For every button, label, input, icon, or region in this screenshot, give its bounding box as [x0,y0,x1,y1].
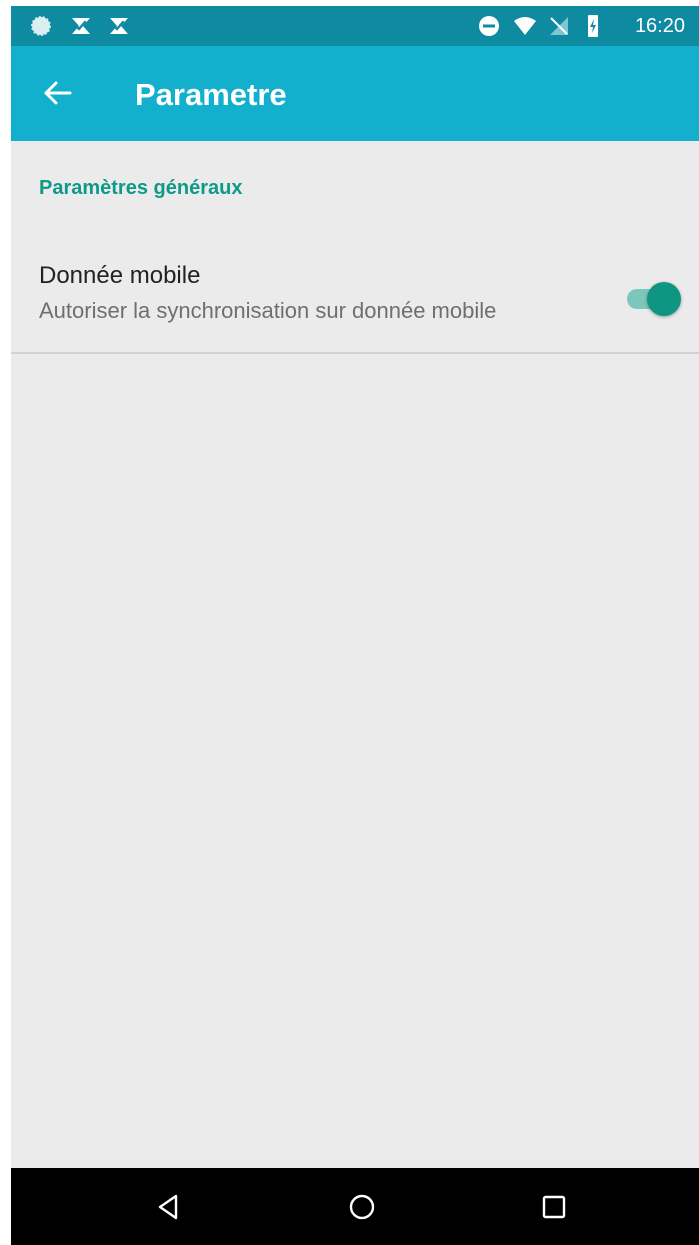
spinner-icon [31,16,51,36]
battery-charging-icon [588,15,598,37]
home-circle-icon[interactable] [340,1185,384,1229]
recents-square-icon[interactable] [532,1185,576,1229]
preference-mobile-data[interactable]: Donnée mobile Autoriser la synchronisati… [11,246,699,352]
section-header: Paramètres généraux [39,177,243,199]
wifi-icon [514,17,536,35]
do-not-disturb-icon [479,16,499,36]
divider [11,352,699,354]
check-notification-icon [72,18,90,34]
device-screen: 16:20 Parametre Paramètres généraux Donn… [11,6,699,1245]
preference-summary: Autoriser la synchronisation sur donnée … [39,298,497,323]
status-time: 16:20 [634,15,685,37]
check-notification-icon [110,18,128,34]
app-bar: Parametre [11,46,699,141]
navigation-bar [11,1168,699,1245]
arrow-back-icon [44,81,72,105]
status-bar: 16:20 [11,6,699,46]
preference-title: Donnée mobile [39,262,201,289]
screen-frame: 16:20 Parametre Paramètres généraux Donn… [0,0,699,1245]
no-sim-icon [550,17,568,35]
page-title: Parametre [135,77,287,112]
toggle-thumb [647,282,681,316]
back-button[interactable] [37,73,77,113]
mobile-data-toggle[interactable] [625,277,681,321]
back-triangle-icon[interactable] [146,1185,190,1229]
